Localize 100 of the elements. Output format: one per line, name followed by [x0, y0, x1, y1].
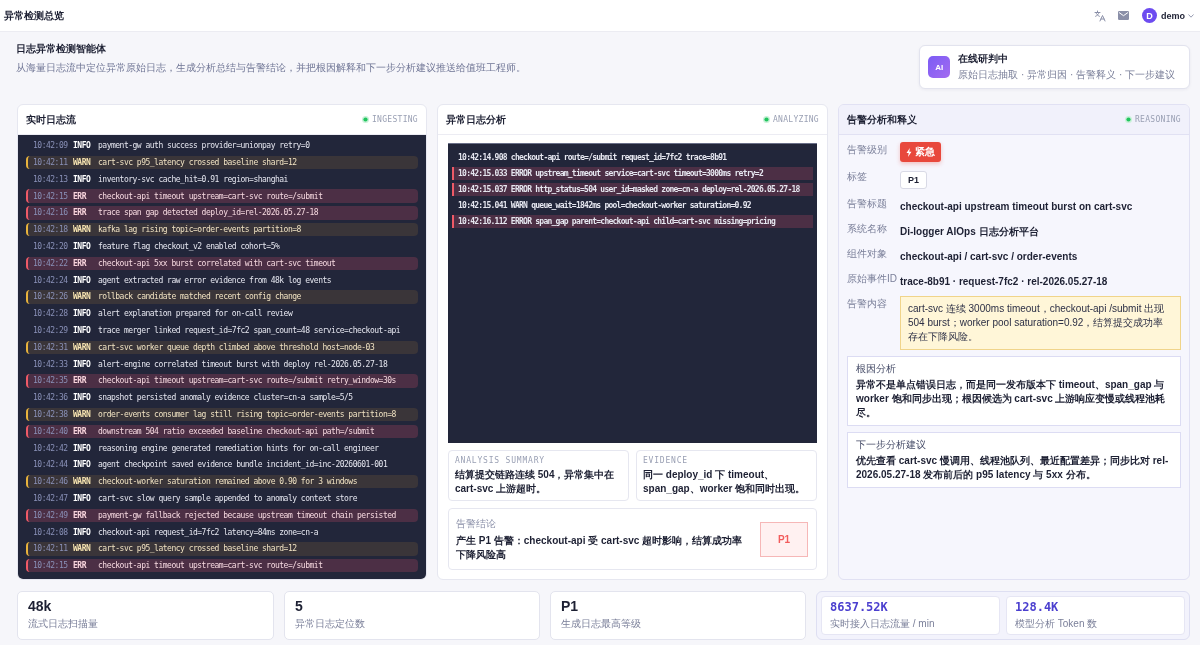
- stat-label: 流式日志扫描量: [28, 617, 99, 631]
- log-time: 10:42:42: [33, 443, 69, 453]
- log-level: WARN: [73, 544, 92, 554]
- log-level: ERR: [73, 426, 88, 436]
- panel-title: 告警分析和释义: [847, 112, 917, 127]
- metric-value: 128.4K: [1015, 600, 1060, 615]
- page-title: 异常检测总览: [4, 8, 64, 23]
- log-time: 10:42:28: [33, 309, 69, 319]
- log-time: 10:42:44: [33, 460, 69, 470]
- log-time: 10:42:13: [33, 174, 69, 184]
- field-label: 原始事件ID: [847, 272, 898, 286]
- log-level: INFO: [73, 242, 92, 252]
- field-value: trace-8b91 · request-7fc2 · rel-2026.05.27-18: [900, 276, 1108, 287]
- log-time: 10:42:16: [33, 208, 69, 218]
- translate-icon[interactable]: [1094, 9, 1106, 22]
- log-level: INFO: [73, 393, 92, 403]
- log-time: 10:42:18: [33, 225, 69, 235]
- log-message: alert explanation prepared for on-call review: [98, 309, 293, 319]
- log-time: 10:42:22: [33, 258, 69, 268]
- field-value: checkout-api / cart-svc / order-events: [900, 251, 1078, 262]
- log-time: 10:42:15: [33, 191, 69, 201]
- mail-icon[interactable]: [1118, 11, 1129, 20]
- card-label: EVIDENCE: [643, 456, 689, 465]
- metric-label: 实时接入日志流量 / min: [830, 617, 936, 631]
- log-level: INFO: [73, 359, 92, 369]
- log-level: WARN: [73, 342, 92, 352]
- log-time: 10:42:38: [33, 410, 69, 419]
- log-level: ERR: [73, 258, 88, 268]
- note-text: 优先查看 cart-svc 慢调用、线程池队列、最近配置差异；同步比对 rel-2026.05.27-18 发布前后的 p95 latency 与 5xx 分布。: [856, 454, 1170, 482]
- card-label: ANALYSIS SUMMARY: [455, 456, 546, 465]
- caret-down-icon[interactable]: [1188, 13, 1194, 18]
- log-level: INFO: [73, 494, 92, 503]
- status-dot-icon: [361, 116, 369, 123]
- card-label: 告警结论: [456, 517, 497, 531]
- metric-label: 模型分析 Token 数: [1015, 617, 1099, 631]
- field-label: 告警级别: [847, 143, 888, 157]
- log-time: 10:42:29: [33, 326, 69, 335]
- log-time: 10:42:08: [33, 527, 69, 537]
- log-time: 10:42:15: [33, 561, 69, 571]
- log-message: payment-gw fallback rejected because upstream timeout chain persisted: [98, 510, 396, 520]
- field-value: checkout-api upstream timeout burst on cart-svc: [900, 201, 1133, 212]
- note-title: 根因分析: [856, 362, 897, 376]
- alert-content-note: cart-svc 连续 3000ms timeout，checkout-api /submit 出现 504 burst；worker pool saturation=0.92，结算提交成功率存在下降风险。: [900, 296, 1181, 350]
- status-dot-icon: [1124, 116, 1132, 123]
- user-name[interactable]: demo: [1161, 10, 1185, 21]
- log-time: 10:42:49: [33, 510, 69, 520]
- log-level: ERR: [73, 376, 88, 386]
- log-time: 10:42:09: [33, 141, 69, 151]
- field-label: 告警内容: [847, 297, 888, 311]
- log-message: reasoning engine generated remediation hints for on-call engineer: [98, 443, 379, 453]
- status-label: REASONING: [1134, 115, 1181, 124]
- log-level: WARN: [73, 225, 92, 235]
- log-level: ERR: [73, 510, 88, 520]
- agent-steps-text: 原始日志抽取 · 异常归因 · 告警释义 · 下一步建议: [958, 68, 1175, 82]
- log-level: ERR: [73, 561, 88, 571]
- stat-value: 48k: [28, 598, 53, 615]
- log-time: 10:42:11: [33, 158, 69, 168]
- priority-tile: P1: [760, 521, 808, 557]
- log-time: 10:42:40: [33, 426, 69, 436]
- status-label: ANALYZING: [772, 115, 819, 124]
- log-message: cart-svc p95_latency crossed baseline shard=12: [98, 158, 297, 168]
- field-value: Di-logger AIOps 日志分析平台: [900, 226, 1039, 237]
- field-label: 组件对象: [847, 247, 888, 261]
- stat-label: 异常日志定位数: [295, 617, 366, 631]
- intro-title: 日志异常检测智能体: [16, 42, 107, 56]
- summary-text: 结算提交链路连续 504，异常集中在 cart-svc 上游超时。: [455, 468, 616, 495]
- log-message: alert-engine correlated timeout burst with deploy rel-2026.05.27-18: [98, 359, 388, 369]
- log-message: checkout-api timeout upstream=cart-svc route=/submit: [98, 191, 323, 201]
- log-time: 10:42:33: [33, 359, 69, 369]
- log-line: 10:42:14.908 checkout-api route=/submit request_id=7fc2 trace=8b91: [457, 151, 728, 164]
- log-level: INFO: [73, 275, 92, 285]
- log-time: 10:42:24: [33, 275, 69, 285]
- log-message: checkout-worker saturation remained above 0.90 for 3 windows: [98, 477, 357, 487]
- log-message: payment-gw auth success provider=unionpay retry=0: [98, 141, 310, 151]
- log-message: checkout-api request_id=7fc2 latency=84ms zone=cn-a: [98, 527, 319, 537]
- log-time: 10:42:35: [33, 376, 69, 386]
- status-dot-icon: [762, 116, 770, 123]
- log-level: WARN: [73, 158, 92, 168]
- log-message: rollback candidate matched recent config change: [98, 292, 301, 302]
- log-time: 10:42:36: [33, 393, 69, 403]
- log-message: order-events consumer lag still rising topic=order-events partition=8: [98, 410, 396, 419]
- log-message: checkout-api timeout upstream=cart-svc route=/submit: [98, 561, 323, 571]
- stat-value: P1: [561, 598, 580, 615]
- log-message: agent extracted raw error evidence from 48k log events: [98, 275, 332, 285]
- user-avatar[interactable]: D: [1142, 8, 1157, 23]
- priority-tag: P1: [900, 171, 927, 189]
- log-time: 10:42:46: [33, 477, 69, 487]
- note-title: 下一步分析建议: [856, 438, 927, 452]
- log-level: INFO: [73, 141, 92, 151]
- panel-title: 实时日志流: [26, 112, 76, 127]
- log-message: snapshot persisted anomaly evidence cluster=cn-a sample=5/5: [98, 393, 353, 403]
- log-level: ERR: [73, 191, 88, 201]
- log-level: WARN: [73, 410, 92, 419]
- stat-value: 5: [295, 598, 304, 615]
- log-time: 10:42:20: [33, 242, 69, 252]
- field-label: 标签: [847, 170, 868, 184]
- log-level: INFO: [73, 326, 92, 335]
- log-level: WARN: [73, 292, 92, 302]
- lightning-icon: [906, 147, 912, 157]
- log-message: checkout-api 5xx burst correlated with cart-svc timeout: [98, 258, 336, 268]
